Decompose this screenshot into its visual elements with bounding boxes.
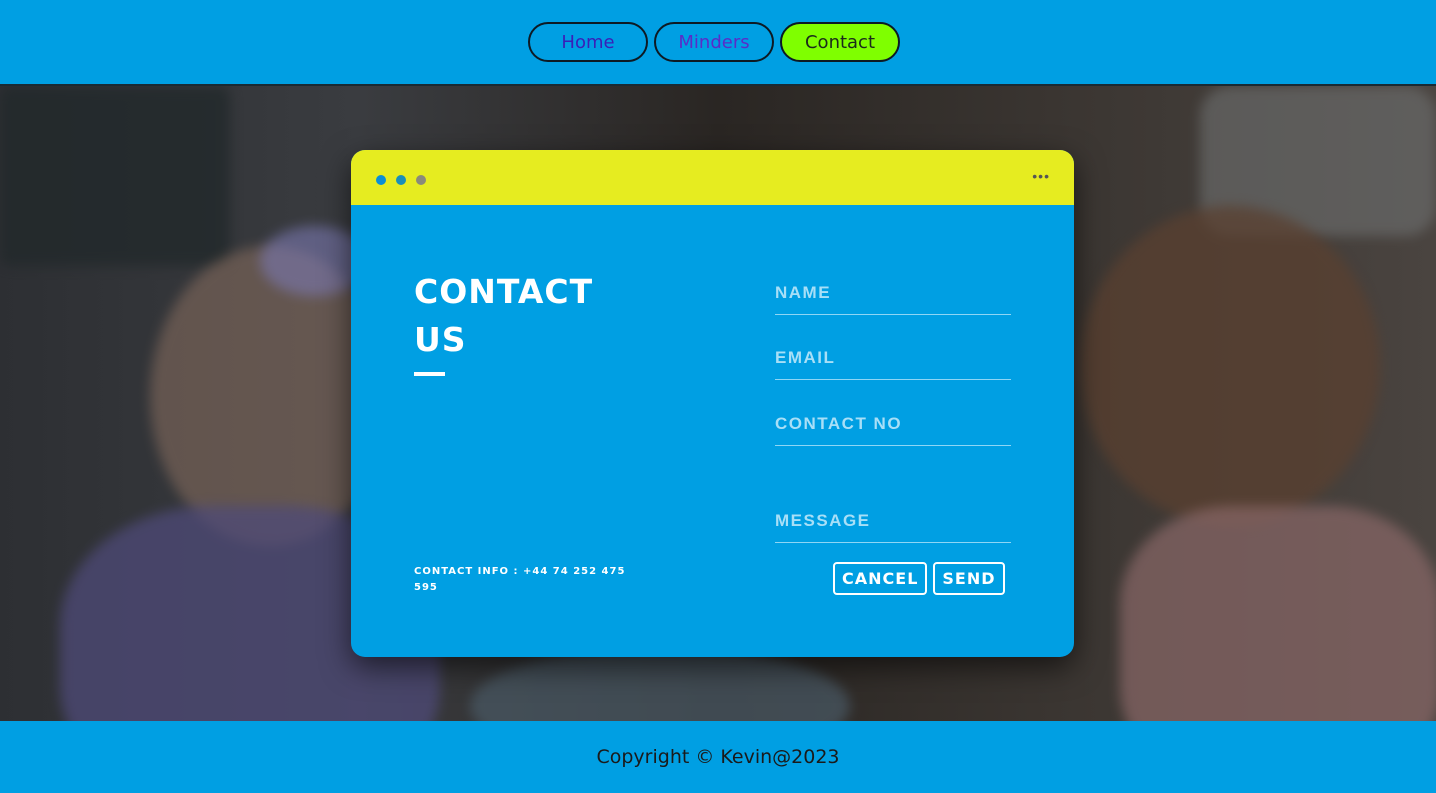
contact-info-text: CONTACT INFO : +44 74 252 475 595 [414,566,626,593]
background-shape [1120,506,1436,721]
window-dot-icon [396,175,406,185]
send-button[interactable]: SEND [933,562,1005,595]
form-actions: CANCEL SEND [833,562,1005,595]
copyright-text: Copyright © Kevin@2023 [596,746,840,768]
background-shape [0,86,230,266]
contact-number-input[interactable] [775,409,1011,446]
background-shape [470,646,850,721]
footer: Copyright © Kevin@2023 [0,721,1436,793]
title-underline [414,372,445,376]
background-shape [1080,206,1380,526]
nav-minders-button[interactable]: Minders [654,22,774,62]
name-input[interactable] [775,278,1011,315]
main-nav: Home Minders Contact [528,22,900,62]
card-header-bar: ••• [351,150,1074,205]
more-options-icon[interactable]: ••• [1032,168,1050,184]
top-navbar: Home Minders Contact [0,0,1436,86]
title-line-2: US [414,320,467,359]
cancel-button[interactable]: CANCEL [833,562,928,595]
page-title: CONTACT US [414,268,614,364]
nav-contact-button[interactable]: Contact [780,22,900,62]
window-dot-icon [376,175,386,185]
email-input[interactable] [775,343,1011,380]
nav-home-button[interactable]: Home [528,22,648,62]
window-dot-icon [416,175,426,185]
title-line-1: CONTACT [414,272,594,311]
window-dots [376,175,426,185]
message-input[interactable] [775,506,1011,543]
contact-card: ••• CONTACT US CONTACT INFO : +44 74 252… [351,150,1074,657]
